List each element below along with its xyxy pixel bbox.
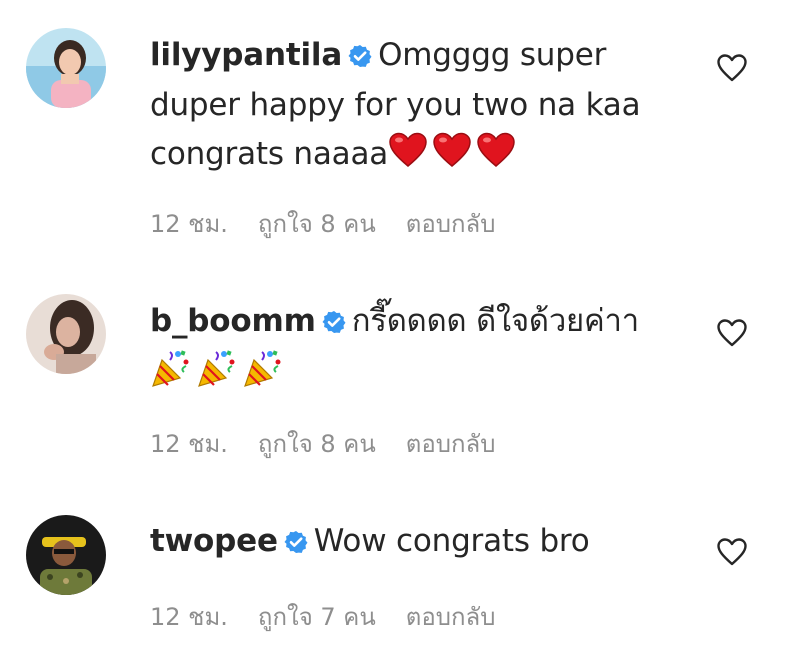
comment-body: b_boomm กรี๊ดดดด ดีใจด้วยค่าา [150, 298, 690, 402]
reply-button[interactable]: ตอบกลับ [406, 603, 496, 631]
verified-badge-icon [348, 35, 372, 82]
party-popper-icon [196, 348, 238, 402]
comment-time[interactable]: 12 ชม. [150, 430, 228, 458]
comment-username[interactable]: lilyypantila [150, 37, 342, 73]
red-heart-icon [388, 132, 428, 182]
verified-badge-icon [322, 301, 346, 348]
red-heart-icon [432, 132, 472, 182]
comment-time[interactable]: 12 ชม. [150, 603, 228, 631]
verified-badge-icon [284, 521, 308, 568]
comment-body: lilyypantila Omgggg super duper happy for… [150, 32, 690, 182]
reply-button[interactable]: ตอบกลับ [406, 430, 496, 458]
comment-username[interactable]: b_boomm [150, 303, 316, 339]
avatar[interactable] [26, 294, 106, 374]
reply-button[interactable]: ตอบกลับ [406, 210, 496, 238]
emoji-group [150, 348, 288, 402]
like-heart-icon[interactable] [716, 53, 748, 83]
comment-text: Wow congrats bro [313, 523, 590, 559]
comment-time[interactable]: 12 ชม. [150, 210, 228, 238]
emoji-group [388, 129, 520, 182]
avatar[interactable] [26, 28, 106, 108]
comment-meta: 12 ชม. ถูกใจ 8 คน ตอบกลับ [150, 204, 525, 243]
comment-meta: 12 ชม. ถูกใจ 8 คน ตอบกลับ [150, 424, 525, 463]
comment-text: กรี๊ดดดด ดีใจด้วยค่าา [351, 303, 639, 339]
comment-likes[interactable]: ถูกใจ 7 คน [258, 603, 376, 631]
like-heart-icon[interactable] [716, 318, 748, 348]
comment-meta: 12 ชม. ถูกใจ 7 คน ตอบกลับ [150, 597, 525, 636]
party-popper-icon [150, 348, 192, 402]
comment-likes[interactable]: ถูกใจ 8 คน [258, 210, 376, 238]
red-heart-icon [476, 132, 516, 182]
avatar[interactable] [26, 515, 106, 595]
party-popper-icon [242, 348, 284, 402]
comment-body: twopee Wow congrats bro [150, 518, 690, 568]
comment-username[interactable]: twopee [150, 523, 278, 559]
comment-likes[interactable]: ถูกใจ 8 คน [258, 430, 376, 458]
like-heart-icon[interactable] [716, 537, 748, 567]
